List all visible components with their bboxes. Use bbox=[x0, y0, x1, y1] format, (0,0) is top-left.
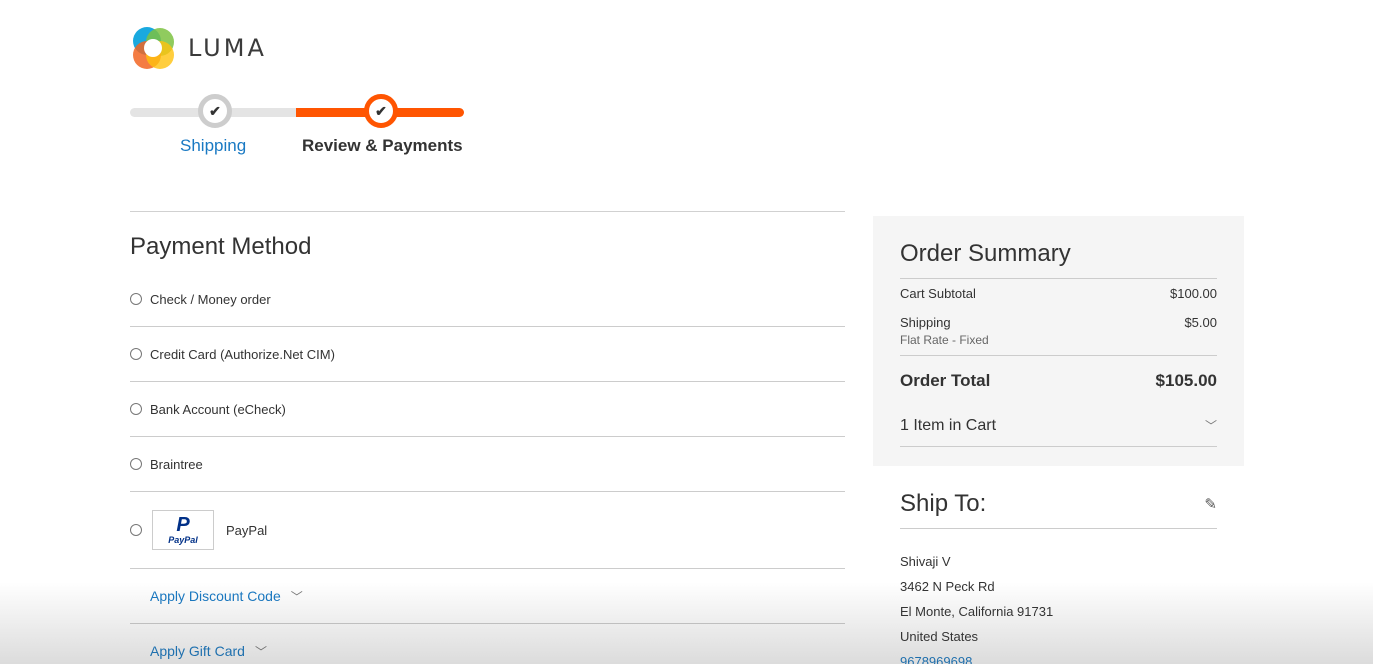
paypal-logo-icon: P PayPal bbox=[152, 510, 214, 550]
order-summary: Order Summary Cart Subtotal $100.00 Ship… bbox=[873, 216, 1244, 466]
address-street: 3462 N Peck Rd bbox=[900, 579, 995, 594]
cart-subtotal-label: Cart Subtotal bbox=[900, 286, 976, 301]
radio-button[interactable] bbox=[130, 348, 142, 360]
order-summary-title: Order Summary bbox=[900, 240, 1071, 267]
order-total-value: $105.00 bbox=[1155, 371, 1217, 390]
chevron-down-icon: ﹀ bbox=[290, 589, 303, 604]
shipping-method: Flat Rate - Fixed bbox=[900, 333, 989, 347]
radio-button[interactable] bbox=[130, 458, 142, 470]
luma-logo-icon bbox=[133, 27, 174, 69]
checkout-progress: ✔ ✔ Shipping Review & Payments bbox=[130, 92, 464, 162]
brand-name: LUMA bbox=[188, 34, 267, 62]
shipping-address: Shivaji V 3462 N Peck Rd El Monte, Calif… bbox=[900, 549, 1217, 664]
section-divider bbox=[130, 211, 845, 212]
address-name: Shivaji V bbox=[900, 554, 951, 569]
radio-button[interactable] bbox=[130, 524, 142, 536]
order-total-row: Order Total $105.00 bbox=[900, 371, 1217, 391]
step-shipping-link[interactable]: Shipping bbox=[180, 136, 246, 156]
payment-option-credit-card[interactable]: Credit Card (Authorize.Net CIM) bbox=[130, 327, 845, 382]
store-logo[interactable]: LUMA bbox=[130, 25, 267, 71]
checkout-page: LUMA ✔ ✔ Shipping Review & Payments Paym… bbox=[0, 0, 1373, 664]
chevron-down-icon: ﹀ bbox=[254, 644, 267, 659]
ship-to-title: Ship To: bbox=[900, 490, 987, 517]
items-in-cart-toggle[interactable]: 1 Item in Cart ﹀ bbox=[900, 417, 1217, 435]
ship-to-header: Ship To: ✎ bbox=[900, 490, 1217, 529]
shipping-value: $5.00 bbox=[1184, 315, 1217, 330]
payment-option-checkmo[interactable]: Check / Money order bbox=[130, 272, 845, 327]
radio-button[interactable] bbox=[130, 293, 142, 305]
order-total-label: Order Total bbox=[900, 371, 991, 390]
radio-button[interactable] bbox=[130, 403, 142, 415]
payment-option-label[interactable]: PayPal bbox=[226, 523, 267, 538]
payment-method-list: Check / Money order Credit Card (Authori… bbox=[130, 272, 845, 664]
pencil-icon[interactable]: ✎ bbox=[1204, 495, 1217, 513]
summary-divider bbox=[900, 446, 1217, 447]
apply-gift-card-label[interactable]: Apply Gift Card bbox=[150, 643, 245, 659]
apply-discount-label[interactable]: Apply Discount Code bbox=[150, 588, 281, 604]
apply-discount-toggle[interactable]: Apply Discount Code ﹀ bbox=[130, 569, 845, 624]
summary-divider bbox=[900, 278, 1217, 279]
payment-option-label[interactable]: Credit Card (Authorize.Net CIM) bbox=[150, 347, 335, 362]
shipping-label: Shipping bbox=[900, 315, 951, 330]
cart-subtotal-row: Cart Subtotal $100.00 bbox=[900, 286, 1217, 301]
ship-to-block: Ship To: ✎ Shivaji V 3462 N Peck Rd El M… bbox=[900, 490, 1217, 664]
paypal-logo-text: PayPal bbox=[168, 535, 198, 545]
shipping-row: Shipping $5.00 bbox=[900, 315, 1217, 330]
step-review-check-icon: ✔ bbox=[364, 94, 398, 128]
address-phone-link[interactable]: 9678969698 bbox=[900, 649, 1217, 664]
apply-gift-card-toggle[interactable]: Apply Gift Card ﹀ bbox=[130, 624, 845, 664]
payment-option-label[interactable]: Check / Money order bbox=[150, 292, 271, 307]
chevron-down-icon[interactable]: ﹀ bbox=[1205, 417, 1217, 435]
payment-option-paypal[interactable]: P PayPal PayPal bbox=[130, 492, 845, 569]
payment-option-echeck[interactable]: Bank Account (eCheck) bbox=[130, 382, 845, 437]
payment-option-braintree[interactable]: Braintree bbox=[130, 437, 845, 492]
step-review-label: Review & Payments bbox=[302, 136, 463, 155]
payment-option-label[interactable]: Bank Account (eCheck) bbox=[150, 402, 286, 417]
cart-subtotal-value: $100.00 bbox=[1170, 286, 1217, 301]
payment-method-title: Payment Method bbox=[130, 233, 312, 260]
items-in-cart-label[interactable]: 1 Item in Cart bbox=[900, 417, 996, 435]
address-country: United States bbox=[900, 629, 979, 644]
step-shipping-check-icon: ✔ bbox=[198, 94, 232, 128]
summary-divider bbox=[900, 355, 1217, 356]
payment-option-label[interactable]: Braintree bbox=[150, 457, 203, 472]
address-city: El Monte, California 91731 bbox=[900, 604, 1054, 619]
